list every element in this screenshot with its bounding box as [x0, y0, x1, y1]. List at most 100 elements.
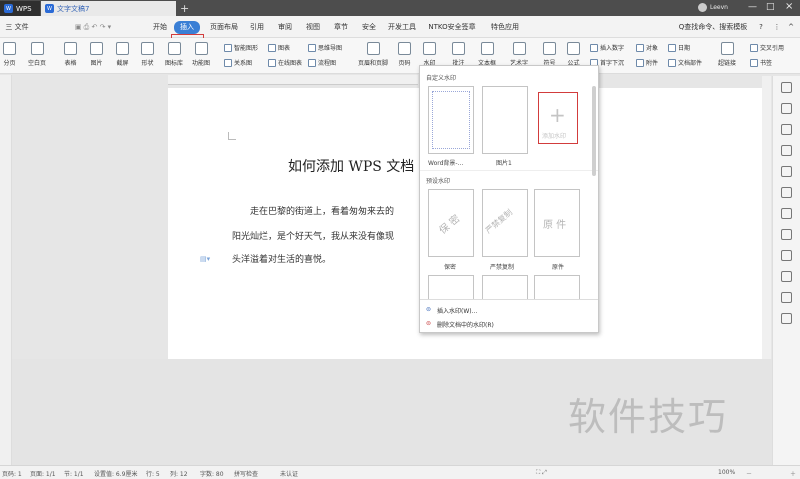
textbox-button[interactable]: 文本框	[478, 42, 496, 67]
tab-layout[interactable]: 页面布局	[208, 21, 240, 34]
function-chart-button[interactable]: 功能图	[192, 42, 210, 67]
new-tab-icon[interactable]: +	[180, 2, 189, 15]
delete-watermark-item[interactable]: ⊜ 删除文档中的水印(R)	[426, 320, 494, 329]
tab-references[interactable]: 引用	[246, 21, 268, 34]
add-watermark-button[interactable]: + 添加水印	[538, 92, 578, 144]
document-tab[interactable]: W 文字文稿7	[41, 1, 176, 16]
minimize-icon[interactable]: —	[748, 2, 757, 12]
wordart-button[interactable]: 艺术字	[510, 42, 528, 67]
hyperlink-button[interactable]: 超链接	[718, 42, 736, 67]
insert-watermark-item[interactable]: ⊜ 插入水印(W)...	[426, 306, 477, 315]
chart-button[interactable]: 图表	[268, 43, 290, 52]
paragraph-line-1[interactable]: 走在巴黎的街道上，看着匆匆来去的	[250, 204, 394, 217]
watermark-button[interactable]: 水印	[423, 42, 436, 67]
view-mode-icons[interactable]: ⛶ ⤢	[536, 469, 547, 477]
file-menu[interactable]: 三 文件	[2, 21, 32, 34]
cross-reference-button[interactable]: 交叉引用	[750, 43, 784, 52]
icon-library-button[interactable]: 图标库	[165, 42, 183, 67]
preset-watermark-thumb-3[interactable]: 原 件	[534, 189, 580, 257]
tab-start[interactable]: 开始	[148, 21, 172, 34]
page-number-button[interactable]: 页码	[398, 42, 411, 67]
cursor-icon[interactable]	[781, 103, 792, 114]
status-section: 节: 1/1	[64, 471, 84, 478]
formula-icon	[567, 42, 580, 55]
tab-view[interactable]: 视图	[302, 21, 324, 34]
sidebar-tool-icon-9[interactable]	[781, 292, 792, 303]
status-page: 页码: 1	[2, 471, 22, 478]
close-icon[interactable]: ×	[785, 1, 793, 12]
dropdown-scrollbar[interactable]	[592, 86, 596, 176]
collapse-ribbon-icon[interactable]: ^	[786, 21, 796, 34]
sidebar-tool-icon-2[interactable]	[781, 124, 792, 135]
tab-ntko[interactable]: NTKO安全签章	[424, 21, 480, 34]
app-tab[interactable]: W WPS	[0, 1, 40, 16]
preset-watermark-thumb-5[interactable]	[482, 275, 528, 299]
search-command-input[interactable]: Q查找命令、搜索模板	[676, 21, 750, 34]
sidebar-tool-icon-6[interactable]	[781, 229, 792, 240]
paragraph-line-3[interactable]: 头洋溢着对生活的喜悦。	[232, 252, 331, 265]
tab-chapter[interactable]: 章节	[330, 21, 352, 34]
tab-review[interactable]: 审阅	[274, 21, 296, 34]
sidebar-tool-icon-1[interactable]	[781, 82, 792, 93]
zoom-level[interactable]: 100%	[718, 469, 735, 476]
smart-graphic-button[interactable]: 智能图形	[224, 43, 258, 52]
horizontal-ruler[interactable]	[168, 75, 418, 85]
blank-page-button[interactable]: 空白页	[28, 42, 46, 67]
date-button[interactable]: 日期	[668, 43, 690, 52]
chart-icon	[268, 43, 276, 52]
comment-button[interactable]: 批注	[452, 42, 465, 67]
sidebar-tool-icon-4[interactable]	[781, 166, 792, 177]
star-icon[interactable]	[781, 208, 792, 219]
paragraph-line-2[interactable]: 阳光灿烂，是个好天气，我从来没有像现	[232, 229, 394, 242]
screenshot-button[interactable]: 截屏	[116, 42, 129, 67]
symbol-button[interactable]: 符号	[543, 42, 556, 67]
mindmap-button[interactable]: 思维导图	[308, 43, 342, 52]
table-button[interactable]: 表格	[64, 42, 77, 67]
sidebar-tool-icon-10[interactable]	[781, 313, 792, 324]
maximize-icon[interactable]: □	[766, 2, 775, 12]
tab-insert[interactable]: 插入	[174, 21, 200, 34]
tab-developer[interactable]: 开发工具	[386, 21, 418, 34]
online-chart-button[interactable]: 在线图表	[268, 58, 302, 67]
formula-button[interactable]: 公式	[567, 42, 580, 67]
sidebar-tool-icon-7[interactable]	[781, 250, 792, 261]
document-tab-label: 文字文稿7	[57, 4, 90, 13]
insert-number-button[interactable]: 插入数字	[590, 43, 624, 52]
preset-watermark-thumb-4[interactable]	[428, 275, 474, 299]
help-icon[interactable]: ?	[756, 21, 766, 34]
zoom-in-icon[interactable]: ＋	[790, 469, 796, 478]
sidebar-tool-icon-8[interactable]	[781, 271, 792, 282]
sidebar-tool-icon-5[interactable]	[781, 187, 792, 198]
picture-button[interactable]: 图片	[90, 42, 103, 67]
more-icon[interactable]: ⋮	[772, 21, 782, 34]
tab-features[interactable]: 特色应用	[488, 21, 522, 34]
status-words[interactable]: 字数: 80	[200, 469, 224, 478]
object-button[interactable]: 对象	[636, 43, 658, 52]
page-break-button[interactable]: 分页	[3, 42, 16, 67]
quick-access-toolbar[interactable]: ▣ ⎙ ↶ ↷ ▾	[48, 21, 138, 34]
tab-security[interactable]: 安全	[358, 21, 380, 34]
zoom-out-icon[interactable]: －	[746, 469, 752, 478]
shape-button[interactable]: 形状	[141, 42, 154, 67]
sidebar-tool-icon-3[interactable]	[781, 145, 792, 156]
custom-watermark-thumb-2[interactable]	[482, 86, 528, 154]
spell-check-toggle[interactable]: 拼写检查	[234, 469, 258, 478]
avatar[interactable]	[698, 3, 707, 12]
vertical-scrollbar[interactable]	[762, 76, 771, 359]
document-title[interactable]: 如何添加 WPS 文档	[288, 156, 414, 176]
preset-watermark-thumb-1[interactable]: 保 密	[428, 189, 474, 257]
header-footer-button[interactable]: 页眉和页脚	[358, 42, 388, 67]
certification-status[interactable]: 未认证	[280, 469, 298, 478]
bookmark-button[interactable]: 书签	[750, 58, 772, 67]
mindmap-label: 思维导图	[318, 45, 343, 52]
preset-watermark-thumb-2[interactable]: 严禁复制	[482, 189, 528, 257]
relation-chart-button[interactable]: 关系图	[224, 58, 252, 67]
document-parts-button[interactable]: 文档部件	[668, 58, 702, 67]
custom-watermark-thumb-1[interactable]	[428, 86, 474, 154]
flowchart-button[interactable]: 流程图	[308, 58, 336, 67]
paragraph-handle-icon[interactable]: ▤▾	[200, 255, 210, 263]
attachment-button[interactable]: 附件	[636, 58, 658, 67]
divider	[420, 299, 598, 300]
preset-watermark-thumb-6[interactable]	[534, 275, 580, 299]
page-break-icon	[3, 42, 16, 55]
